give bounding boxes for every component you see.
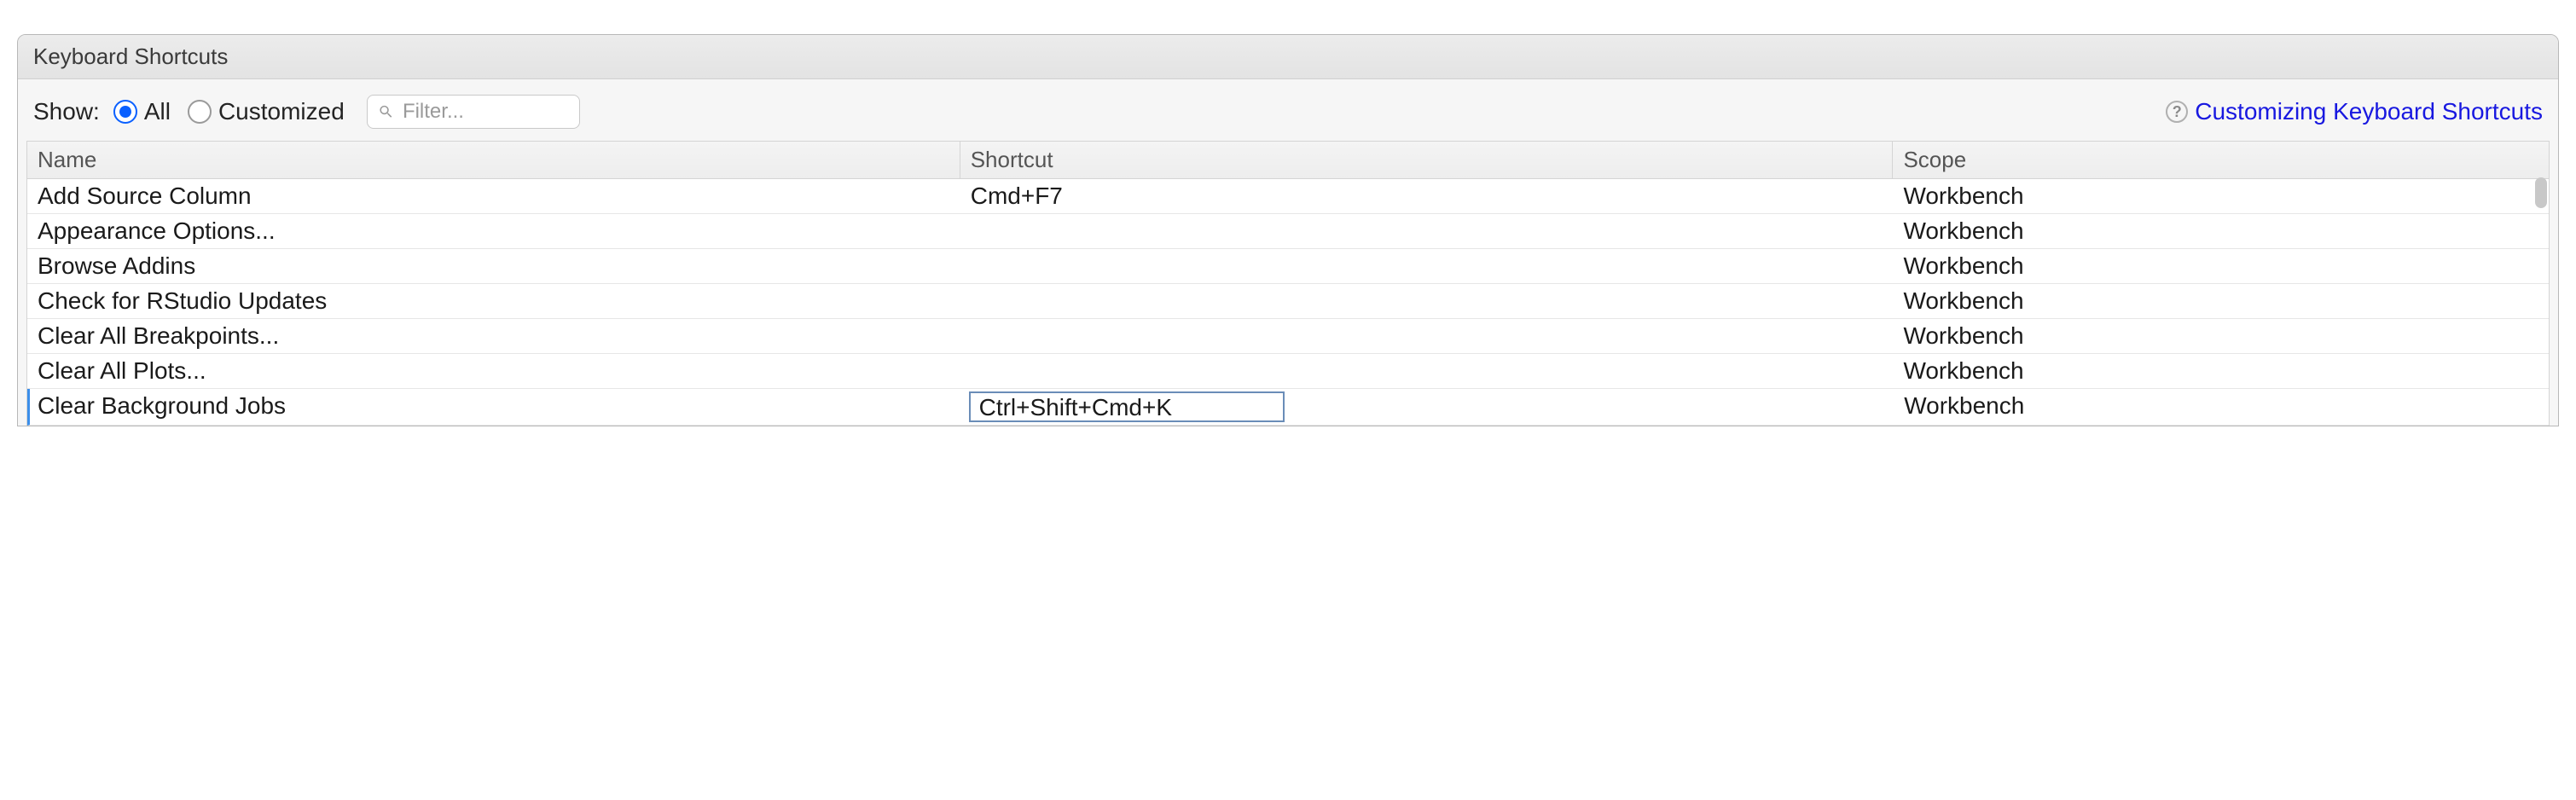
filter-box[interactable] — [367, 95, 580, 129]
cell-scope[interactable]: Workbench — [1893, 214, 2549, 248]
help-icon: ? — [2166, 101, 2188, 123]
table-row[interactable]: Clear All Plots... Workbench — [27, 354, 2549, 389]
cell-name[interactable]: Check for RStudio Updates — [27, 284, 960, 318]
keyboard-shortcuts-dialog: Keyboard Shortcuts Show: All Customized … — [17, 34, 2559, 426]
dialog-title: Keyboard Shortcuts — [33, 43, 228, 69]
cell-name[interactable]: Add Source Column — [27, 179, 960, 213]
radio-customized-label: Customized — [218, 98, 345, 125]
table-row[interactable]: Add Source ColumnCmd+F7Workbench — [27, 179, 2549, 214]
table-row[interactable]: Browse Addins Workbench — [27, 249, 2549, 284]
cell-shortcut[interactable] — [960, 354, 1894, 388]
cell-name[interactable]: Clear All Breakpoints... — [27, 319, 960, 353]
filter-input[interactable] — [403, 100, 569, 124]
cell-shortcut[interactable]: Ctrl+Shift+Cmd+K — [962, 389, 1894, 425]
cell-name[interactable]: Browse Addins — [27, 249, 960, 283]
cell-scope[interactable]: Workbench — [1893, 249, 2549, 283]
cell-name[interactable]: Clear All Plots... — [27, 354, 960, 388]
table-row[interactable]: Clear All Breakpoints... Workbench — [27, 319, 2549, 354]
header-shortcut[interactable]: Shortcut — [960, 142, 1894, 178]
cell-scope[interactable]: Workbench — [1893, 179, 2549, 213]
table-body: Add Source ColumnCmd+F7WorkbenchAppearan… — [27, 179, 2549, 426]
toolbar: Show: All Customized ? Customizing Keybo… — [18, 79, 2558, 141]
show-label: Show: — [33, 98, 100, 125]
show-radio-group: All Customized — [113, 98, 345, 125]
table-row[interactable]: Clear Background JobsCtrl+Shift+Cmd+K Wor… — [27, 389, 2549, 426]
search-icon — [378, 102, 394, 121]
help-link-text: Customizing Keyboard Shortcuts — [2195, 98, 2543, 125]
radio-all-label: All — [144, 98, 171, 125]
cell-name[interactable]: Appearance Options... — [27, 214, 960, 248]
shortcut-edit-input[interactable]: Ctrl+Shift+Cmd+K — [969, 391, 1285, 422]
cell-shortcut[interactable] — [960, 214, 1894, 248]
shortcuts-table: Name Shortcut Scope Add Source ColumnCmd… — [26, 141, 2550, 426]
radio-customized-indicator — [188, 100, 212, 124]
cell-scope[interactable]: Workbench — [1893, 354, 2549, 388]
header-scope[interactable]: Scope — [1893, 142, 2549, 178]
help-link[interactable]: ? Customizing Keyboard Shortcuts — [2166, 98, 2543, 125]
dialog-title-bar: Keyboard Shortcuts — [18, 35, 2558, 79]
cell-scope[interactable]: Workbench — [1893, 319, 2549, 353]
table-header: Name Shortcut Scope — [27, 142, 2549, 179]
cell-scope[interactable]: Workbench — [1894, 389, 2549, 425]
cell-shortcut[interactable]: Cmd+F7 — [960, 179, 1894, 213]
cell-scope[interactable]: Workbench — [1893, 284, 2549, 318]
table-row[interactable]: Appearance Options... Workbench — [27, 214, 2549, 249]
header-name[interactable]: Name — [27, 142, 960, 178]
radio-customized[interactable]: Customized — [188, 98, 345, 125]
table-row[interactable]: Check for RStudio Updates Workbench — [27, 284, 2549, 319]
radio-all-indicator — [113, 100, 137, 124]
cell-shortcut[interactable] — [960, 284, 1894, 318]
cell-shortcut[interactable] — [960, 249, 1894, 283]
cell-shortcut[interactable] — [960, 319, 1894, 353]
cell-name[interactable]: Clear Background Jobs — [30, 389, 962, 425]
radio-all[interactable]: All — [113, 98, 171, 125]
